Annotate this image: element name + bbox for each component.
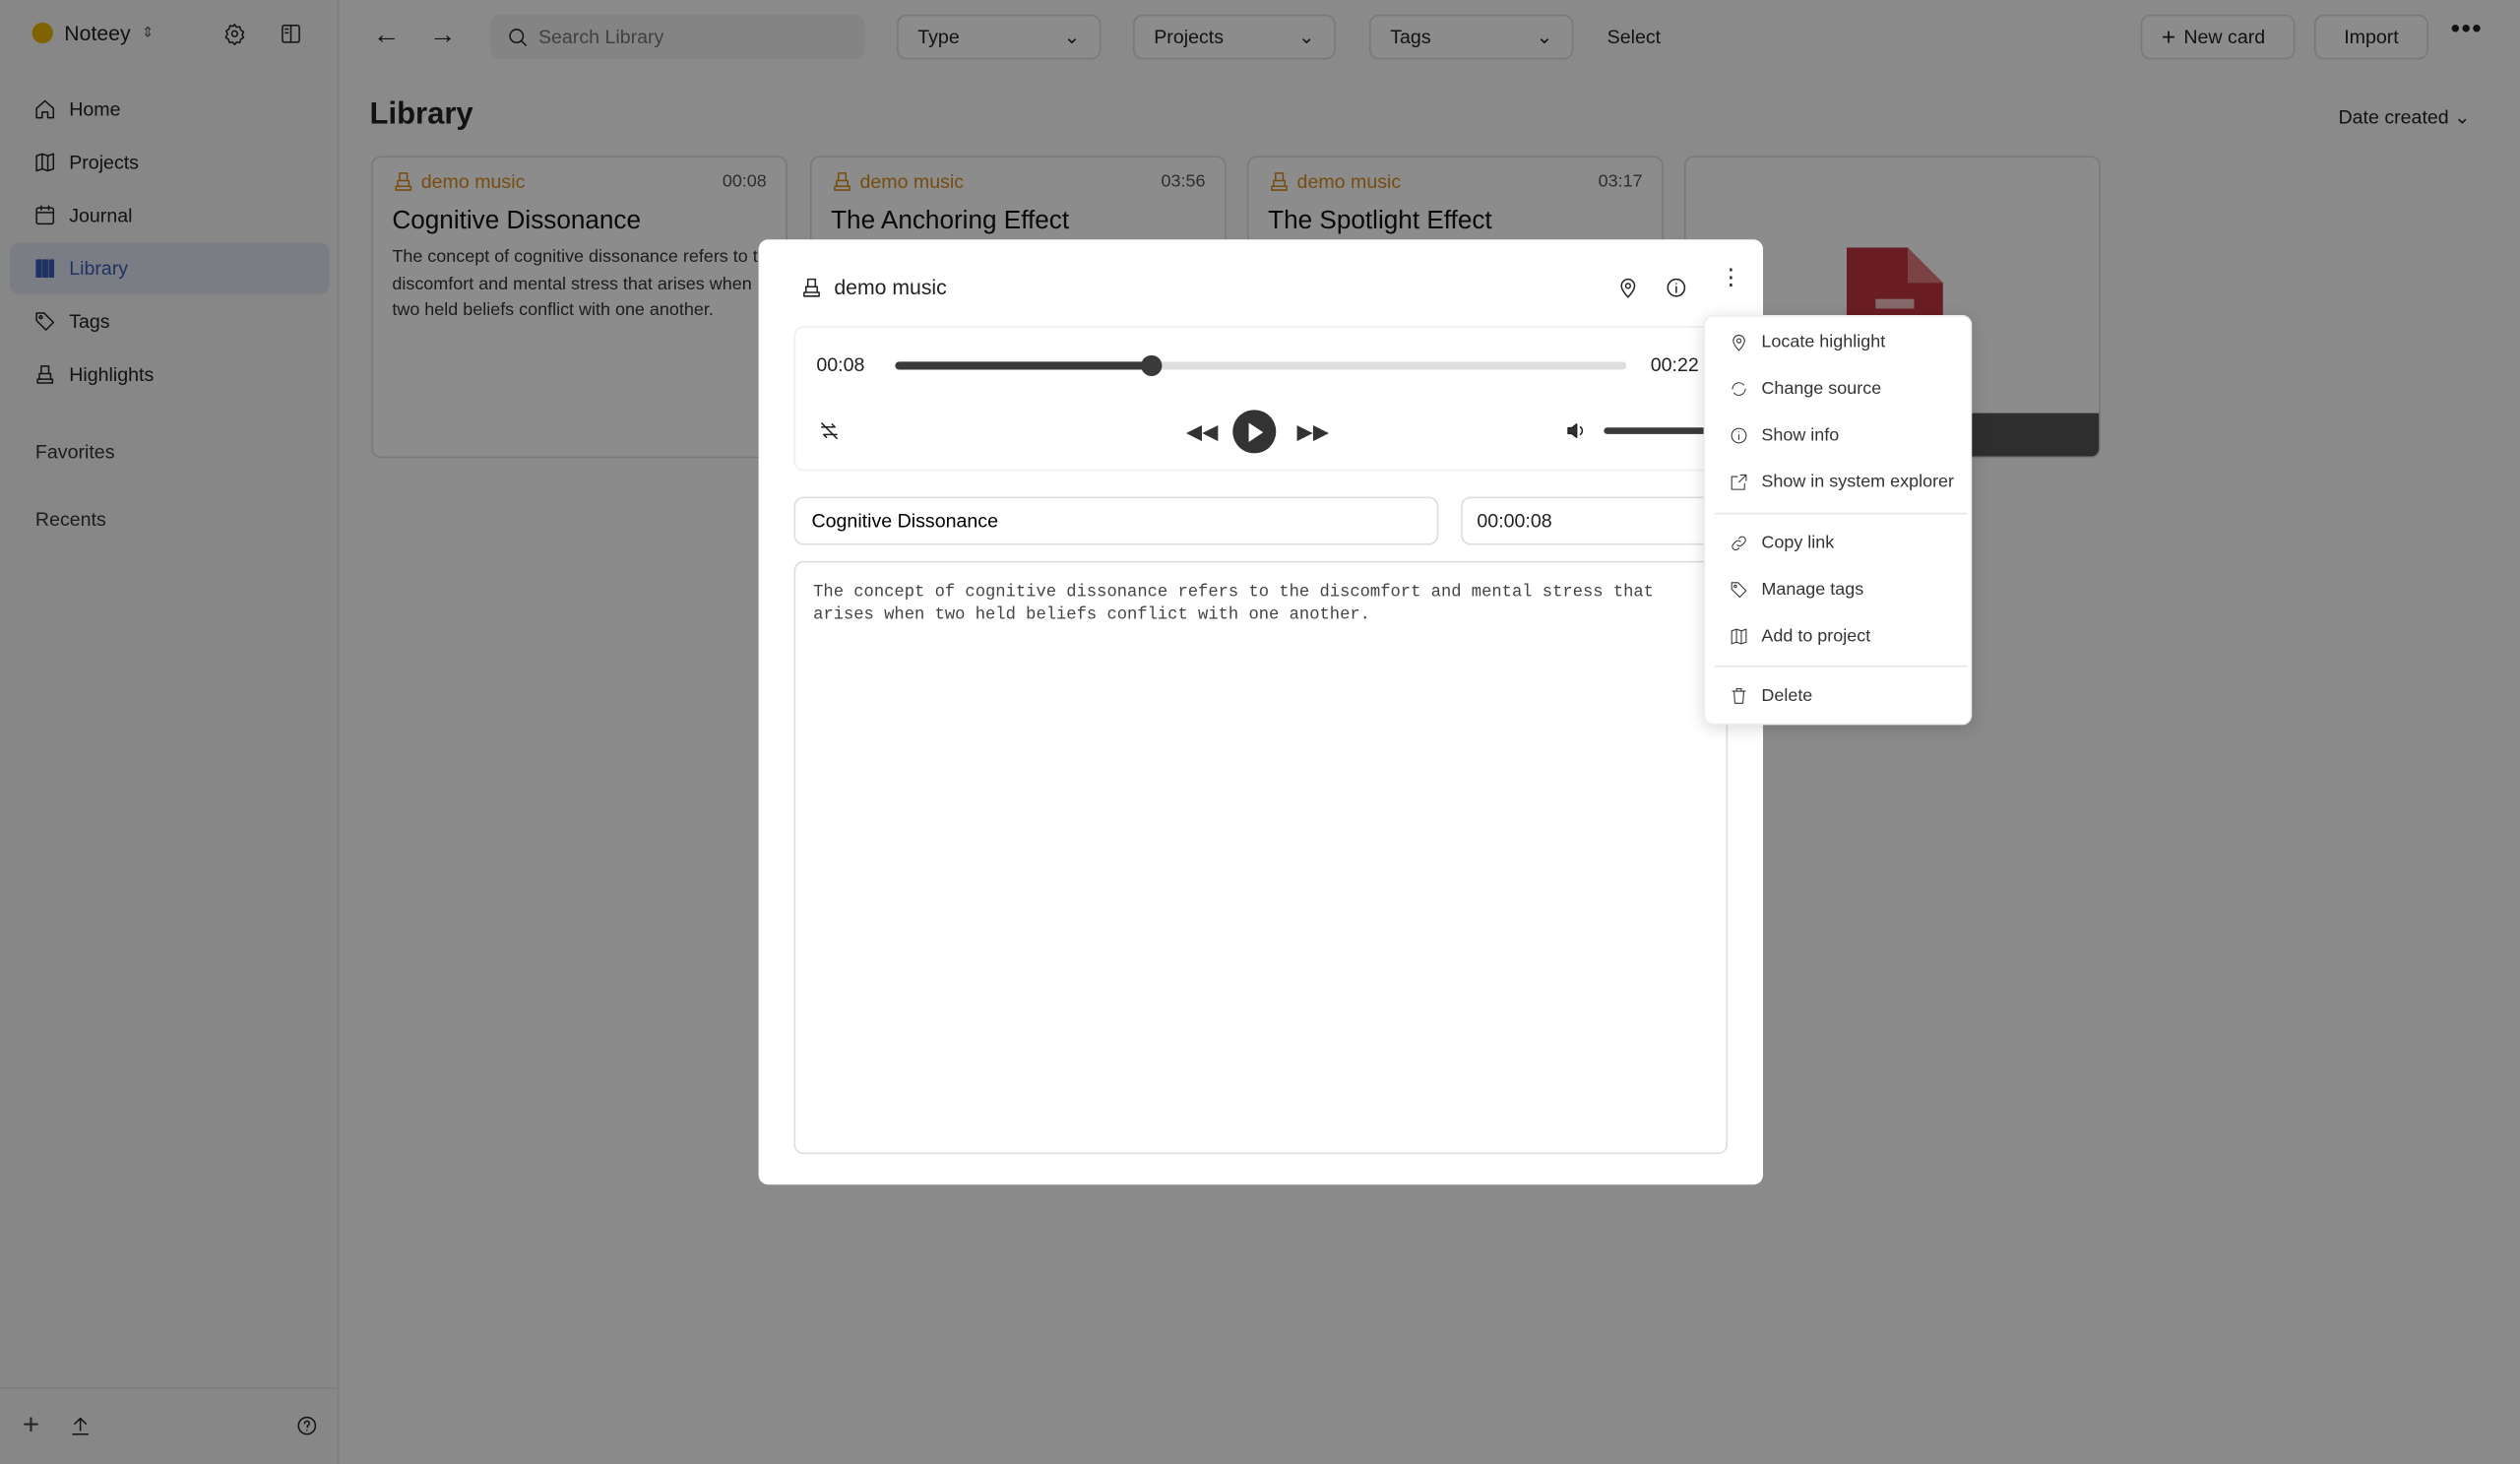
menu-item-add-to-project[interactable]: Add to project — [1705, 615, 1974, 657]
menu-item-change-source[interactable]: Change source — [1705, 368, 1974, 410]
rewind-icon[interactable]: ◀◀ — [1186, 419, 1219, 445]
menu-item-label: Locate highlight — [1761, 332, 1886, 352]
highlighter-icon — [800, 276, 823, 298]
modal-header: demo music — [800, 275, 947, 299]
highlight-modal: demo music ⋮ 00:08 00:22 ◀◀ ▶▶ 00:00:08 … — [758, 239, 1764, 1185]
menu-divider — [1715, 665, 1968, 668]
loop-off-icon[interactable] — [818, 419, 841, 442]
fast-forward-icon[interactable]: ▶▶ — [1297, 419, 1330, 445]
seek-thumb[interactable] — [1141, 354, 1163, 377]
menu-item-label: Add to project — [1761, 626, 1871, 647]
seek-slider[interactable] — [895, 354, 1627, 377]
refresh-icon — [1728, 378, 1750, 401]
modal-source: demo music — [834, 275, 947, 299]
menu-item-label: Show in system explorer — [1761, 472, 1955, 492]
menu-item-label: Show info — [1761, 425, 1840, 446]
audio-player: 00:08 00:22 ◀◀ ▶▶ — [793, 326, 1729, 472]
menu-item-show-in-explorer[interactable]: Show in system explorer — [1705, 462, 1974, 503]
menu-item-locate-highlight[interactable]: Locate highlight — [1705, 322, 1974, 363]
menu-item-label: Manage tags — [1761, 580, 1864, 600]
play-button[interactable] — [1232, 410, 1277, 454]
current-time: 00:08 — [816, 353, 865, 377]
total-time: 00:22 — [1650, 353, 1699, 377]
menu-item-label: Delete — [1761, 686, 1813, 706]
location-pin-icon — [1728, 331, 1750, 353]
menu-item-show-info[interactable]: Show info — [1705, 414, 1974, 456]
play-icon — [1247, 421, 1263, 442]
map-icon — [1728, 625, 1750, 648]
menu-item-copy-link[interactable]: Copy link — [1705, 523, 1974, 564]
menu-item-label: Copy link — [1761, 534, 1835, 553]
menu-item-delete[interactable]: Delete — [1705, 675, 1974, 717]
kebab-menu-icon[interactable]: ⋮ — [1720, 265, 1742, 287]
note-textarea[interactable]: The concept of cognitive dissonance refe… — [793, 560, 1729, 1155]
timestamp-input[interactable]: 00:00:08 — [1461, 496, 1727, 545]
highlight-title-input[interactable] — [793, 496, 1439, 545]
menu-item-label: Change source — [1761, 379, 1882, 399]
seek-progress — [895, 361, 1152, 370]
menu-divider — [1715, 512, 1968, 515]
timestamp-value: 00:00:08 — [1477, 509, 1552, 533]
link-icon — [1728, 532, 1750, 554]
context-menu: Locate highlight Change source Show info… — [1703, 314, 1974, 726]
trash-icon — [1728, 685, 1750, 708]
tag-icon — [1728, 579, 1750, 602]
menu-item-manage-tags[interactable]: Manage tags — [1705, 569, 1974, 610]
info-icon — [1728, 424, 1750, 447]
info-icon[interactable] — [1665, 277, 1687, 299]
location-pin-icon[interactable] — [1616, 277, 1639, 299]
external-link-icon — [1728, 471, 1750, 493]
volume-icon[interactable] — [1565, 419, 1588, 442]
